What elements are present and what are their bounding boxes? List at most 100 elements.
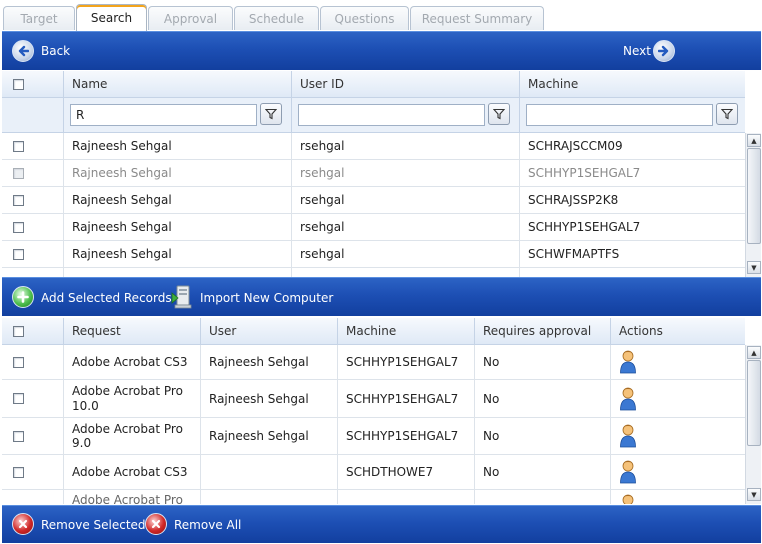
add-selected-records-button[interactable]: Add Selected Records xyxy=(12,286,172,310)
machine-cell: SCHRAJSCCM09 xyxy=(519,133,745,159)
user-id-cell: rsehgal xyxy=(291,241,519,267)
filter-icon[interactable] xyxy=(260,103,282,125)
table-row: Rajneesh Sehgal rsehgal SCHHYP1SEHGAL7 xyxy=(2,160,745,187)
request-cell: Adobe Acrobat Pro xyxy=(63,490,200,504)
user-icon[interactable] xyxy=(619,424,637,448)
machine-cell: SCHHYP1SEHGAL7 xyxy=(337,418,474,454)
table-row[interactable]: Rajneesh Sehgal rsehgal SCHRAJSCCM09 xyxy=(2,133,745,160)
records-toolbar: Add Selected Records Import New Computer xyxy=(2,277,761,316)
approval-cell: No xyxy=(474,455,610,489)
table-row[interactable]: Rajneesh Sehgal rsehgal SCHRAJSSP2K8 xyxy=(2,187,745,214)
requests-grid-header: Request User Machine Requires approval A… xyxy=(2,318,745,345)
row-checkbox[interactable] xyxy=(13,248,24,260)
user-cell: Rajneesh Sehgal xyxy=(200,345,337,379)
scroll-down-icon[interactable]: ▼ xyxy=(747,488,761,501)
column-header-user-id[interactable]: User ID xyxy=(291,71,519,98)
x-circle-icon xyxy=(145,513,167,535)
scroll-up-icon[interactable]: ▲ xyxy=(747,346,761,359)
actions-cell xyxy=(610,345,745,379)
table-row[interactable]: Adobe Acrobat CS3 SCHDTHOWE7 No xyxy=(2,455,745,490)
remove-selected-label: Remove Selected xyxy=(41,518,146,532)
remove-toolbar: Remove Selected Remove All xyxy=(2,505,761,543)
arrow-left-icon xyxy=(12,40,34,62)
next-button[interactable]: Next xyxy=(620,40,680,64)
remove-selected-button[interactable]: Remove Selected xyxy=(12,513,146,537)
scroll-thumb[interactable] xyxy=(747,360,761,446)
row-checkbox xyxy=(13,167,24,179)
scroll-up-icon[interactable]: ▲ xyxy=(747,134,761,147)
select-all-checkbox[interactable] xyxy=(13,79,24,90)
user-id-filter-input[interactable] xyxy=(298,104,485,126)
import-new-computer-button[interactable]: Import New Computer xyxy=(170,284,334,310)
request-cell: Adobe Acrobat CS3 xyxy=(63,455,200,489)
plus-circle-icon xyxy=(12,286,34,308)
name-filter-input[interactable]: R xyxy=(70,104,257,126)
tab-strip: Target Search Approval Schedule Question… xyxy=(0,0,762,32)
approval-cell: No xyxy=(474,418,610,454)
column-header-machine[interactable]: Machine xyxy=(337,318,474,345)
table-row[interactable]: Rajneesh Sehgal rsehgal SCHWFMAPTFS xyxy=(2,241,745,268)
back-button[interactable]: Back xyxy=(12,40,72,64)
scroll-thumb[interactable] xyxy=(747,148,761,244)
search-grid-header: Name User ID Machine xyxy=(2,71,745,98)
machine-cell: SCHHYP1SEHGAL7 xyxy=(337,380,474,417)
column-header-user[interactable]: User xyxy=(200,318,337,345)
table-row[interactable]: Adobe Acrobat Pro 9.0 Rajneesh Sehgal SC… xyxy=(2,418,745,455)
scroll-down-icon[interactable]: ▼ xyxy=(747,261,761,274)
tab-request-summary[interactable]: Request Summary xyxy=(410,6,544,30)
user-icon[interactable] xyxy=(619,387,637,411)
machine-cell: SCHRAJSSP2K8 xyxy=(519,187,745,213)
user-id-cell: rsehgal xyxy=(291,160,519,186)
table-row[interactable]: Adobe Acrobat CS3 Rajneesh Sehgal SCHHYP… xyxy=(2,345,745,380)
select-all-cell xyxy=(2,318,63,345)
select-all-cell xyxy=(2,71,63,98)
requests-grid-scrollbar[interactable]: ▲ ▼ xyxy=(745,345,761,504)
table-row[interactable]: Rajneesh Sehgal rsehgal SCHHYP1SEHGAL7 xyxy=(2,214,745,241)
select-all-checkbox[interactable] xyxy=(13,326,24,337)
user-id-cell: rsehgal xyxy=(291,214,519,240)
search-grid-scrollbar[interactable]: ▲ ▼ xyxy=(745,133,761,277)
request-wizard: Target Search Approval Schedule Question… xyxy=(0,0,762,544)
filter-icon[interactable] xyxy=(488,103,510,125)
machine-filter-input[interactable] xyxy=(526,104,713,126)
actions-cell xyxy=(610,380,745,417)
table-row[interactable]: Adobe Acrobat Pro 10.0 Rajneesh Sehgal S… xyxy=(2,380,745,418)
name-cell: Rajneesh Sehgal xyxy=(63,133,291,159)
user-icon[interactable] xyxy=(619,350,637,374)
column-header-requires-approval[interactable]: Requires approval xyxy=(474,318,610,345)
actions-cell xyxy=(610,418,745,454)
tab-approval[interactable]: Approval xyxy=(148,6,233,30)
column-header-request[interactable]: Request xyxy=(63,318,200,345)
tab-search[interactable]: Search xyxy=(76,4,147,31)
remove-all-label: Remove All xyxy=(174,518,242,532)
row-checkbox[interactable] xyxy=(13,194,24,206)
add-selected-records-label: Add Selected Records xyxy=(41,291,172,305)
row-checkbox[interactable] xyxy=(13,466,24,478)
requests-grid: Request User Machine Requires approval A… xyxy=(2,318,761,504)
row-checkbox[interactable] xyxy=(13,430,24,442)
column-header-machine[interactable]: Machine xyxy=(519,71,745,98)
actions-cell xyxy=(610,455,745,489)
request-cell: Adobe Acrobat Pro 10.0 xyxy=(63,380,200,417)
approval-cell: No xyxy=(474,345,610,379)
row-checkbox[interactable] xyxy=(13,140,24,152)
tab-target[interactable]: Target xyxy=(3,6,75,30)
request-cell: Adobe Acrobat Pro 9.0 xyxy=(63,418,200,454)
user-id-filter-cell xyxy=(291,98,519,133)
tab-questions[interactable]: Questions xyxy=(320,6,409,30)
row-checkbox[interactable] xyxy=(13,356,24,368)
remove-all-button[interactable]: Remove All xyxy=(145,513,245,537)
import-new-computer-label: Import New Computer xyxy=(200,291,334,305)
tab-schedule[interactable]: Schedule xyxy=(234,6,319,30)
table-row-partial xyxy=(2,268,745,277)
row-checkbox[interactable] xyxy=(13,221,24,233)
back-label: Back xyxy=(41,44,71,58)
machine-cell: SCHHYP1SEHGAL7 xyxy=(519,160,745,186)
machine-filter-cell xyxy=(519,98,745,133)
column-header-name[interactable]: Name xyxy=(63,71,291,98)
filter-icon[interactable] xyxy=(716,103,738,125)
user-icon xyxy=(622,494,634,504)
machine-cell: SCHWFMAPTFS xyxy=(519,241,745,267)
row-checkbox[interactable] xyxy=(13,393,24,404)
user-icon[interactable] xyxy=(619,460,637,484)
